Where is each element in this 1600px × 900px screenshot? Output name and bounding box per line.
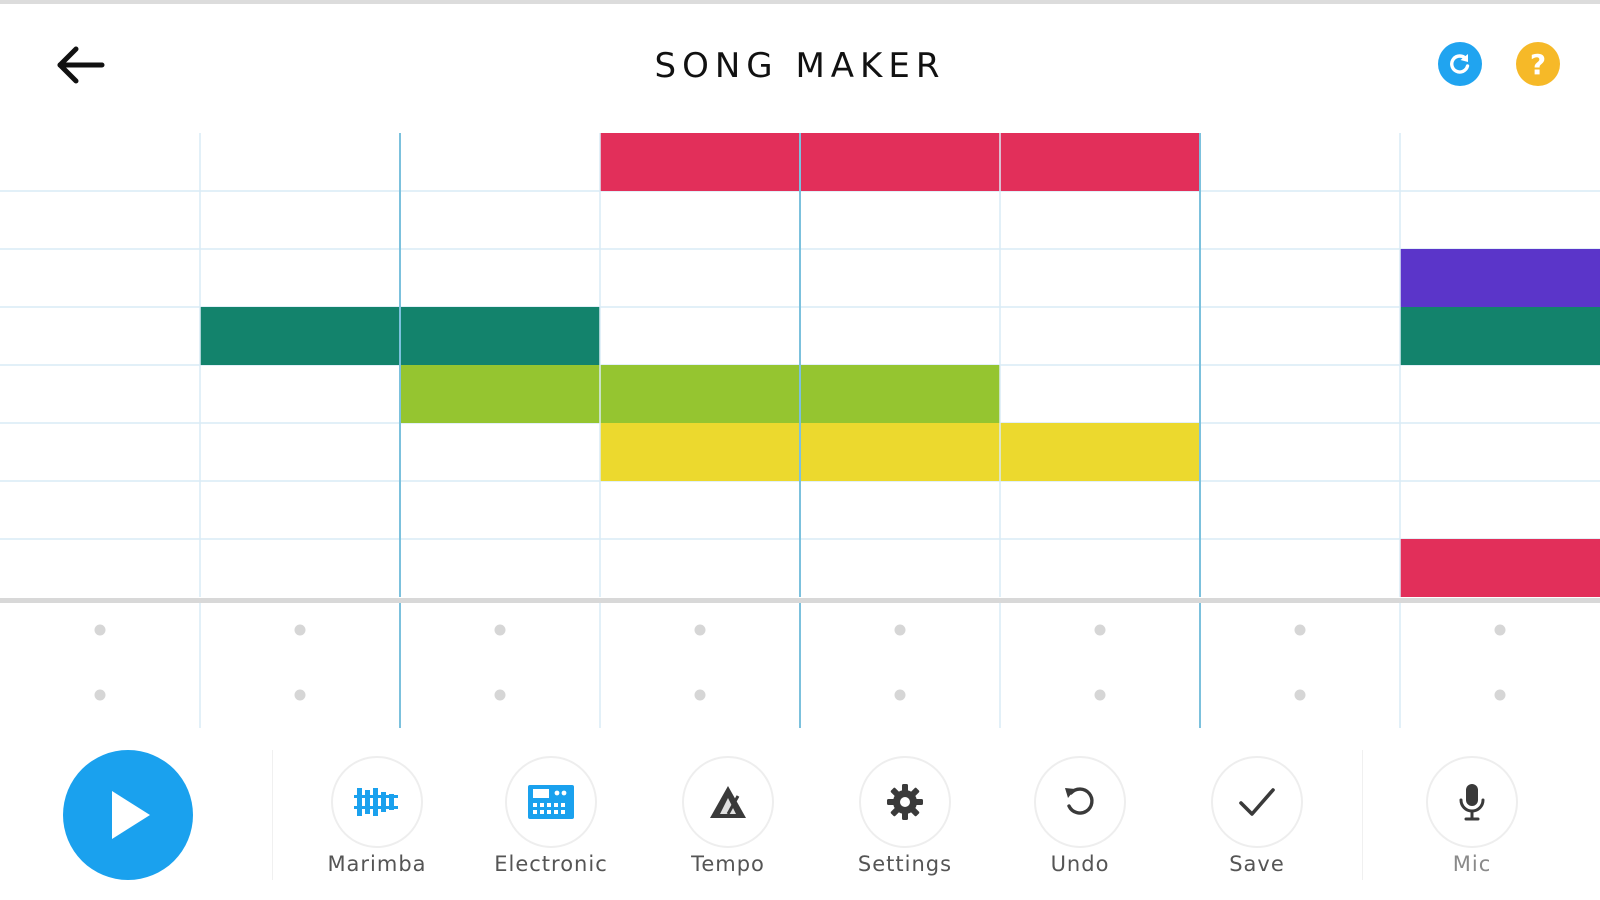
tempo-button[interactable]: Tempo bbox=[658, 756, 798, 886]
tempo-icon bbox=[710, 786, 746, 818]
marimba-icon bbox=[354, 788, 398, 816]
note-block bbox=[600, 133, 1200, 191]
melody-grid[interactable] bbox=[0, 133, 1600, 599]
note-block bbox=[1400, 539, 1600, 597]
note-block bbox=[1400, 249, 1600, 307]
percussion-dot bbox=[294, 624, 306, 636]
play-button[interactable] bbox=[63, 750, 193, 880]
electronic-label: Electronic bbox=[494, 852, 608, 876]
percussion-grid[interactable] bbox=[0, 603, 1600, 728]
gear-icon bbox=[887, 784, 923, 820]
percussion-dot bbox=[494, 624, 506, 636]
percussion-dot bbox=[894, 624, 906, 636]
settings-button[interactable]: Settings bbox=[835, 756, 975, 886]
toolbar-divider bbox=[1362, 750, 1363, 880]
electronic-icon bbox=[528, 785, 574, 819]
percussion-dot bbox=[1094, 689, 1106, 701]
percussion-dot bbox=[894, 689, 906, 701]
save-label: Save bbox=[1229, 852, 1285, 876]
marimba-label: Marimba bbox=[327, 852, 427, 876]
percussion-dot bbox=[694, 624, 706, 636]
marimba-button[interactable]: Marimba bbox=[307, 756, 447, 886]
percussion-dot bbox=[1094, 624, 1106, 636]
mic-circle bbox=[1426, 756, 1518, 848]
note-block bbox=[1400, 307, 1600, 365]
save-circle bbox=[1211, 756, 1303, 848]
electronic-circle bbox=[505, 756, 597, 848]
toolbar-divider bbox=[272, 750, 273, 880]
marimba-circle bbox=[331, 756, 423, 848]
save-button[interactable]: Save bbox=[1187, 756, 1327, 886]
help-button[interactable]: ? bbox=[1516, 42, 1560, 86]
percussion-dot bbox=[1294, 624, 1306, 636]
undo-label: Undo bbox=[1050, 852, 1110, 876]
percussion-dot bbox=[494, 689, 506, 701]
percussion-dot bbox=[1494, 624, 1506, 636]
tempo-circle bbox=[682, 756, 774, 848]
percussion-dot bbox=[94, 624, 106, 636]
electronic-button[interactable]: Electronic bbox=[481, 756, 621, 886]
undo-button[interactable]: Undo bbox=[1010, 756, 1150, 886]
mic-icon bbox=[1459, 784, 1485, 821]
percussion-dot bbox=[1294, 689, 1306, 701]
header: SONG MAKER ? bbox=[0, 4, 1600, 132]
help-icon: ? bbox=[1529, 47, 1547, 81]
note-block bbox=[600, 423, 1200, 481]
percussion-dot bbox=[94, 689, 106, 701]
percussion-dot bbox=[1494, 689, 1506, 701]
undo-icon bbox=[1065, 787, 1094, 815]
check-icon bbox=[1239, 788, 1275, 816]
undo-circle bbox=[1034, 756, 1126, 848]
mic-button[interactable]: Mic bbox=[1402, 756, 1542, 886]
note-block bbox=[400, 365, 1000, 423]
toolbar: Marimba Electronic Tempo Settings Undo S… bbox=[0, 728, 1600, 900]
play-icon bbox=[112, 791, 150, 839]
settings-circle bbox=[859, 756, 951, 848]
refresh-icon bbox=[1450, 54, 1470, 74]
mic-label: Mic bbox=[1452, 852, 1492, 876]
percussion-dot bbox=[694, 689, 706, 701]
page-title: SONG MAKER bbox=[654, 46, 946, 86]
percussion-dot bbox=[294, 689, 306, 701]
tempo-label: Tempo bbox=[691, 852, 765, 876]
refresh-button[interactable] bbox=[1438, 42, 1482, 86]
settings-label: Settings bbox=[857, 852, 953, 876]
